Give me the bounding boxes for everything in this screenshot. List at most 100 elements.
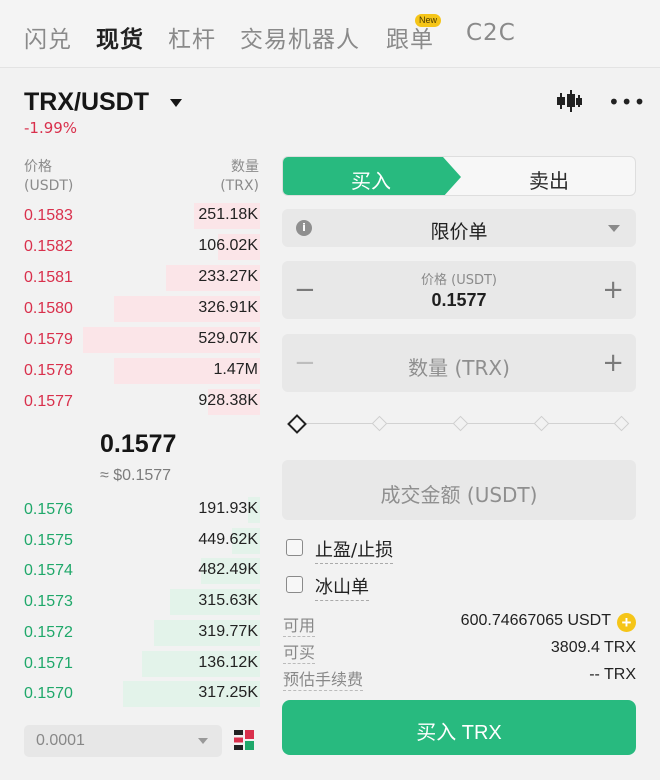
bid-price: 0.1570 <box>24 685 73 703</box>
buy-tab[interactable]: 买入 <box>283 157 461 195</box>
order-type-select[interactable]: i 限价单 <box>282 209 636 247</box>
ask-qty: 326.91K <box>198 299 258 316</box>
last-price: 0.1577 <box>100 430 177 458</box>
ask-qty: 251.18K <box>198 206 258 223</box>
bid-row[interactable]: 0.1575 449.62K <box>24 527 260 554</box>
bid-qty: 317.25K <box>198 684 258 702</box>
ask-row[interactable]: 0.1583 251.18K <box>24 203 260 229</box>
price-label: 价格 (USDT) <box>421 273 497 288</box>
buy-submit-label: 买入 TRX <box>416 722 502 744</box>
precision-select[interactable]: 0.0001 <box>24 725 222 757</box>
caret-down-icon <box>608 225 620 232</box>
bid-row[interactable]: 0.1573 315.63K <box>24 589 260 616</box>
available-value-wrap: 600.74667065 USDT + <box>461 612 636 632</box>
bid-row[interactable]: 0.1572 319.77K <box>24 619 260 646</box>
percent-slider[interactable] <box>287 414 630 434</box>
can-buy-value: 3809.4 TRX <box>550 639 636 656</box>
ask-row[interactable]: 0.1577 928.38K <box>24 389 260 415</box>
bid-qty: 449.62K <box>198 530 258 548</box>
orderbook-price-header: 价格 (USDT) <box>24 159 74 194</box>
ask-row[interactable]: 0.1582 106.02K <box>24 234 260 260</box>
tab-trading-bot[interactable]: 交易机器人 <box>240 20 360 54</box>
new-badge: New <box>415 14 442 27</box>
deposit-plus-icon[interactable]: + <box>617 613 636 632</box>
slider-step-100[interactable] <box>613 415 630 432</box>
bid-price: 0.1574 <box>24 562 73 580</box>
ask-price: 0.1579 <box>24 331 73 348</box>
last-price-usd: ≈ $0.1577 <box>100 467 172 484</box>
slider-thumb[interactable] <box>287 414 307 434</box>
slider-step-25[interactable] <box>371 415 388 432</box>
candlestick-chart-icon[interactable] <box>555 89 583 113</box>
quantity-placeholder: 数量 (TRX) <box>408 356 510 380</box>
tp-sl-checkbox[interactable] <box>286 539 303 556</box>
buy-tab-label: 买入 <box>351 169 391 193</box>
price-input[interactable]: − 价格 (USDT) 0.1577 + <box>282 261 636 319</box>
slider-step-50[interactable] <box>452 415 469 432</box>
fee-label: 预估手续费 <box>283 666 364 691</box>
qty-plus-button[interactable]: + <box>602 350 624 376</box>
bid-row[interactable]: 0.1576 191.93K <box>24 497 260 523</box>
orderbook-layout-icon[interactable] <box>233 729 255 751</box>
amount-placeholder: 成交金额 (USDT) <box>380 483 538 507</box>
ask-price: 0.1580 <box>24 300 73 317</box>
iceberg-label: 冰山单 <box>315 573 369 601</box>
bid-qty: 319.77K <box>198 622 258 640</box>
bid-row[interactable]: 0.1571 136.12K <box>24 650 260 677</box>
ask-qty: 106.02K <box>198 237 258 254</box>
buy-submit-button[interactable]: 买入 TRX <box>282 700 636 755</box>
pair-name: TRX/USDT <box>24 88 149 116</box>
tab-flash-swap[interactable]: 闪兑 <box>24 20 72 54</box>
bid-row[interactable]: 0.1574 482.49K <box>24 558 260 585</box>
can-buy-row: 可买 3809.4 TRX <box>283 639 636 664</box>
ask-row[interactable]: 0.1578 1.47M <box>24 358 260 384</box>
fee-row: 预估手续费 -- TRX <box>283 666 636 691</box>
tab-spot[interactable]: 现货 <box>96 20 144 54</box>
sell-tab[interactable]: 卖出 <box>529 165 569 194</box>
ask-qty: 1.47M <box>213 361 258 378</box>
bid-qty: 136.12K <box>198 653 258 671</box>
bid-price: 0.1571 <box>24 654 73 672</box>
caret-down-icon <box>170 99 182 107</box>
ask-row[interactable]: 0.1579 529.07K <box>24 327 260 353</box>
available-value: 600.74667065 USDT <box>460 612 611 629</box>
ask-price: 0.1577 <box>24 393 73 410</box>
order-type-value: 限价单 <box>430 221 488 243</box>
top-nav: 闪兑 现货 杠杆 交易机器人 跟单 New C2C <box>0 0 660 68</box>
tp-sl-label: 止盈/止损 <box>315 536 394 564</box>
available-row: 可用 600.74667065 USDT + <box>283 612 636 637</box>
tab-c2c[interactable]: C2C <box>466 20 516 46</box>
bid-row[interactable]: 0.1570 317.25K <box>24 681 260 708</box>
quantity-input[interactable]: − 数量 (TRX) + <box>282 334 636 392</box>
bid-price: 0.1572 <box>24 623 73 641</box>
bid-price: 0.1573 <box>24 593 73 611</box>
pair-selector[interactable]: TRX/USDT <box>24 88 182 120</box>
price-change: -1.99% <box>24 119 78 137</box>
ask-qty: 928.38K <box>198 392 258 409</box>
bid-price: 0.1576 <box>24 501 73 518</box>
bid-price: 0.1575 <box>24 531 73 549</box>
ask-price: 0.1583 <box>24 207 73 224</box>
ask-price: 0.1578 <box>24 362 73 379</box>
slider-step-75[interactable] <box>533 415 550 432</box>
buy-sell-toggle: 买入 卖出 <box>282 156 636 196</box>
ask-qty: 233.27K <box>198 268 258 285</box>
iceberg-checkbox[interactable] <box>286 576 303 593</box>
ask-price: 0.1582 <box>24 238 73 255</box>
fee-value: -- TRX <box>589 666 636 683</box>
ask-row[interactable]: 0.1581 233.27K <box>24 265 260 291</box>
ask-row[interactable]: 0.1580 326.91K <box>24 296 260 322</box>
ask-price: 0.1581 <box>24 269 73 286</box>
orderbook-qty-header: 数量 (TRX) <box>220 159 259 194</box>
price-value: 0.1577 <box>431 290 487 310</box>
precision-value: 0.0001 <box>36 732 85 749</box>
caret-down-icon <box>198 738 208 744</box>
price-plus-button[interactable]: + <box>602 277 624 303</box>
tab-margin[interactable]: 杠杆 <box>168 20 216 54</box>
bid-qty: 482.49K <box>198 561 258 579</box>
can-buy-label: 可买 <box>283 639 316 664</box>
amount-input[interactable]: 成交金额 (USDT) <box>282 460 636 520</box>
more-icon[interactable]: ••• <box>608 92 646 112</box>
bid-qty: 191.93K <box>198 500 258 517</box>
available-label: 可用 <box>283 612 316 637</box>
